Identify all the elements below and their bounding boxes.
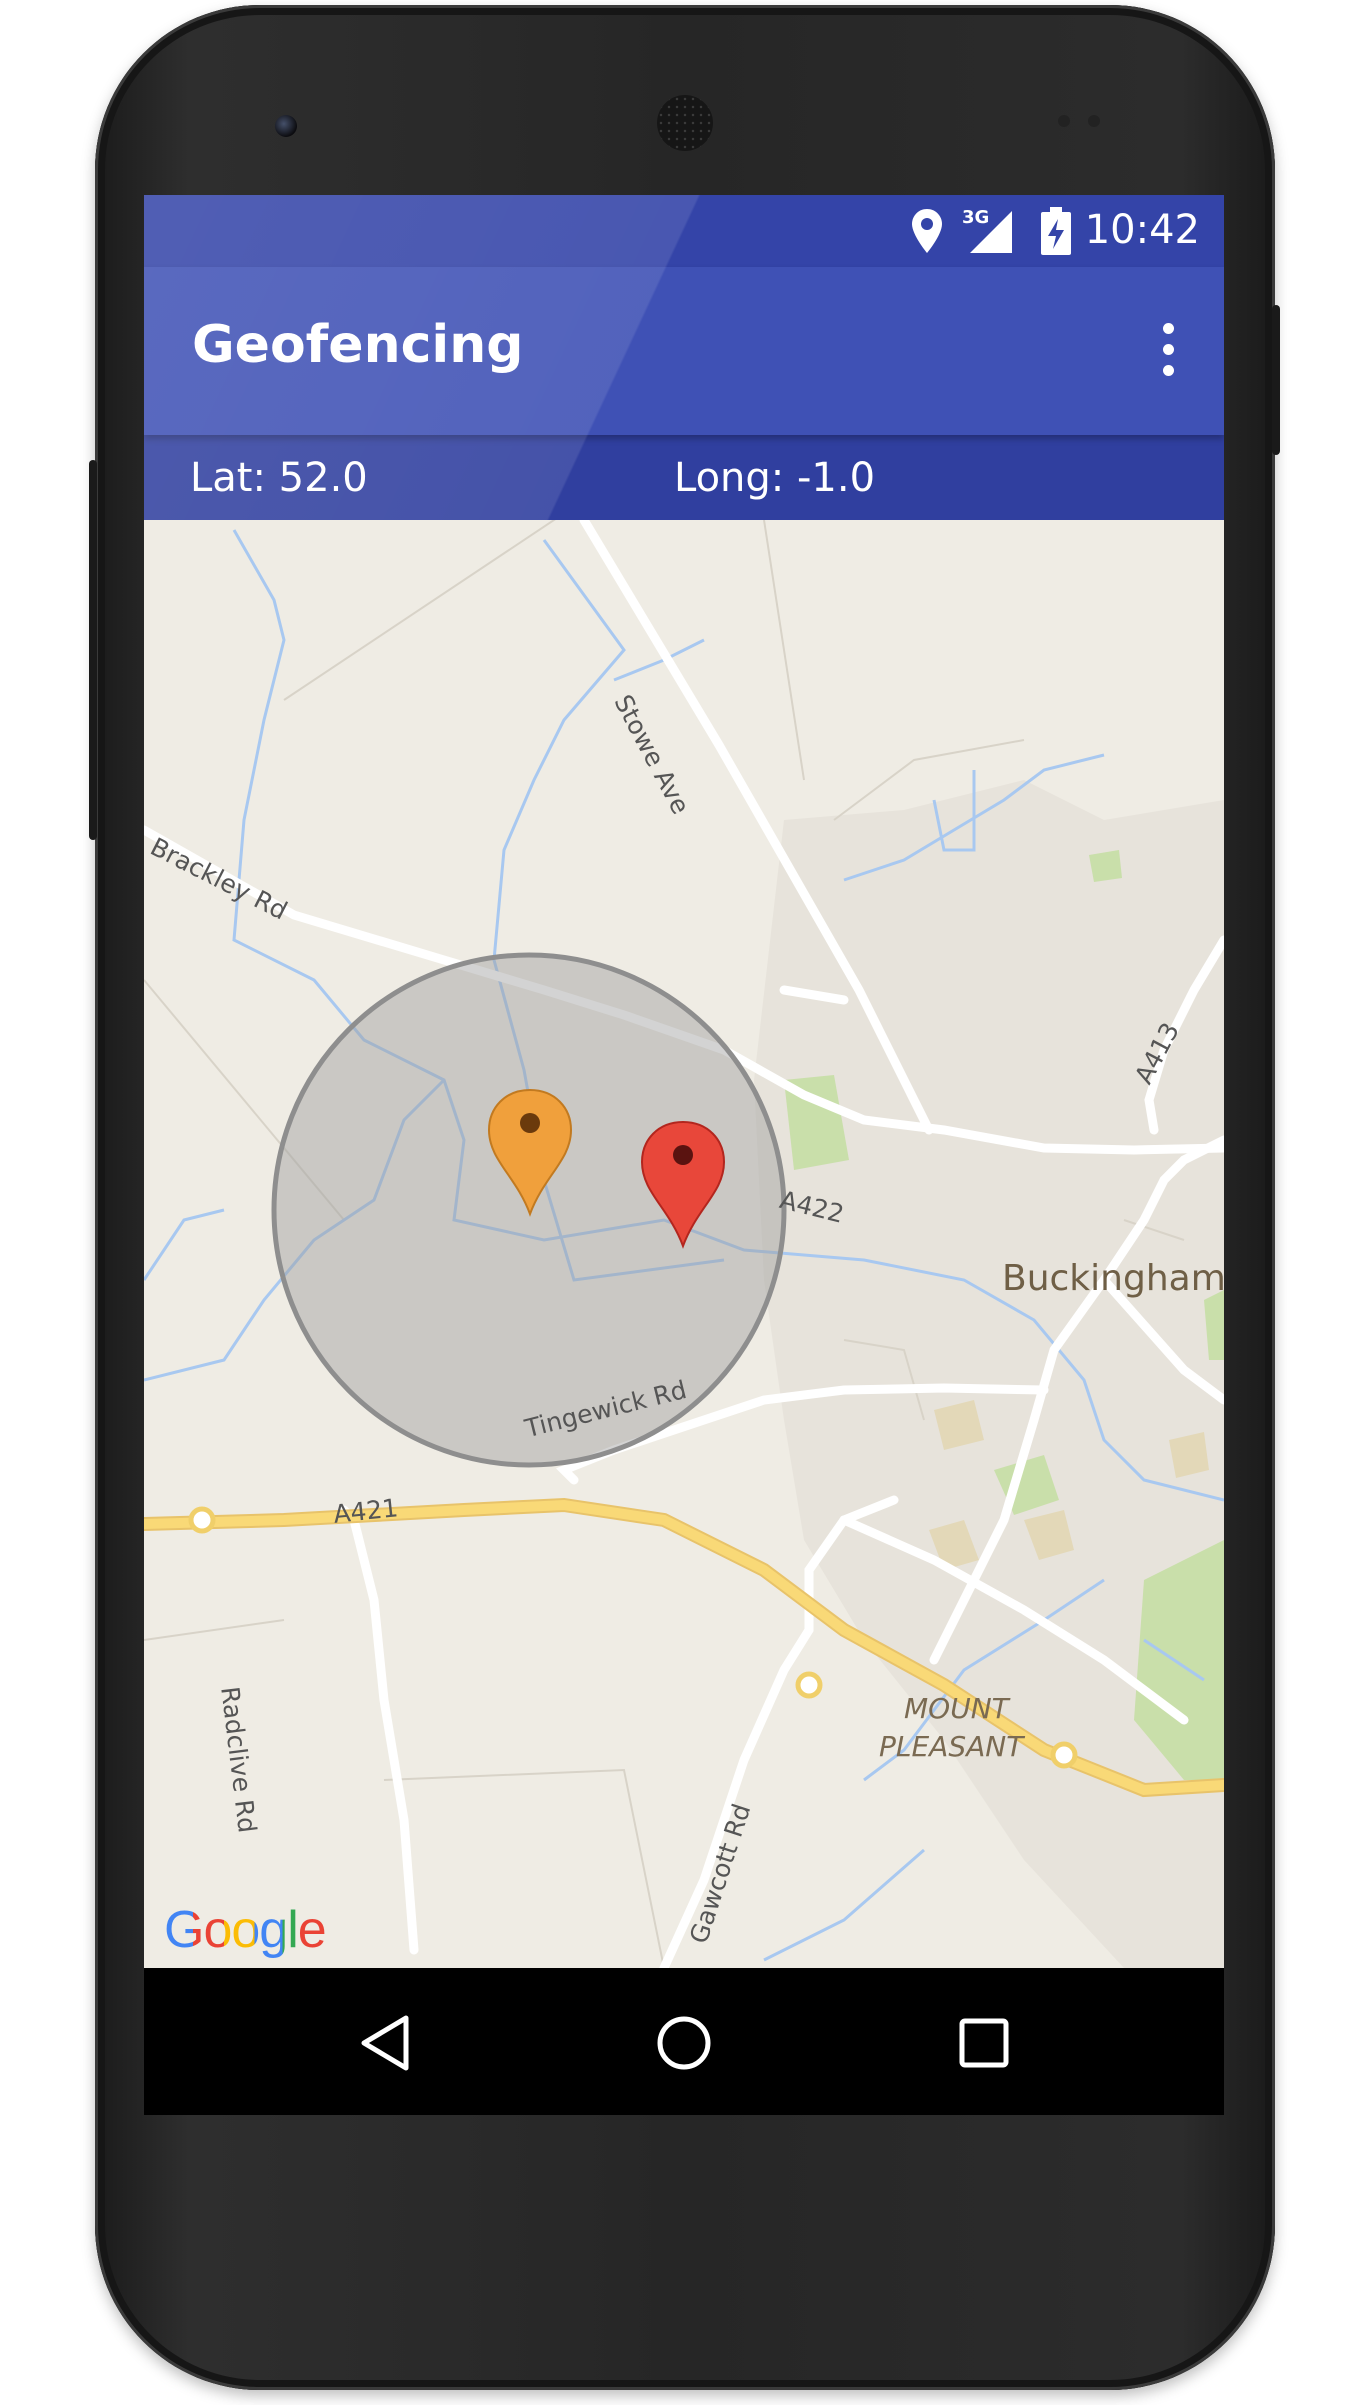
battery-charging-icon xyxy=(1041,207,1071,255)
recents-icon[interactable] xyxy=(954,2013,1014,2073)
earpiece-speaker xyxy=(657,95,713,151)
navigation-bar xyxy=(144,1968,1224,2115)
place-label-buckingham: Buckingham xyxy=(1002,1258,1224,1299)
home-icon[interactable] xyxy=(654,2013,714,2073)
google-logo: Google xyxy=(164,1900,327,1960)
app-bar: Geofencing xyxy=(144,267,1224,435)
google-logo-text: Google xyxy=(164,1901,327,1959)
roundabout xyxy=(188,1506,216,1534)
park xyxy=(1089,850,1122,882)
longitude-label: Long: -1.0 xyxy=(674,455,876,501)
place-label-mount: MOUNT xyxy=(904,1692,1009,1725)
coordinates-bar: Lat: 52.0 Long: -1.0 xyxy=(144,435,1224,520)
map-view[interactable]: Stowe Ave Brackley Rd A413 A422 Buckingh… xyxy=(144,520,1224,1968)
light-sensor xyxy=(1088,115,1100,127)
power-button[interactable] xyxy=(89,460,97,840)
status-time: 10:42 xyxy=(1084,207,1200,253)
signal-icon xyxy=(970,211,1012,253)
place-label-pleasant: PLEASANT xyxy=(879,1730,1024,1763)
roundabout xyxy=(795,1671,823,1699)
front-camera xyxy=(275,115,297,137)
volume-button[interactable] xyxy=(1272,305,1280,455)
screen: 3G 10:42 Geofencing Lat: 52.0 Long: -1.0 xyxy=(144,195,1224,2115)
latitude-label: Lat: 52.0 xyxy=(190,455,368,501)
app-title: Geofencing xyxy=(192,315,524,375)
roundabout xyxy=(1050,1741,1078,1769)
location-icon xyxy=(912,209,942,253)
overflow-menu-icon[interactable] xyxy=(1148,315,1188,387)
building-block xyxy=(1169,1432,1209,1478)
status-bar: 3G 10:42 xyxy=(144,195,1224,267)
back-icon[interactable] xyxy=(356,2013,416,2073)
map-base xyxy=(144,520,1224,1968)
proximity-sensor xyxy=(1058,115,1070,127)
